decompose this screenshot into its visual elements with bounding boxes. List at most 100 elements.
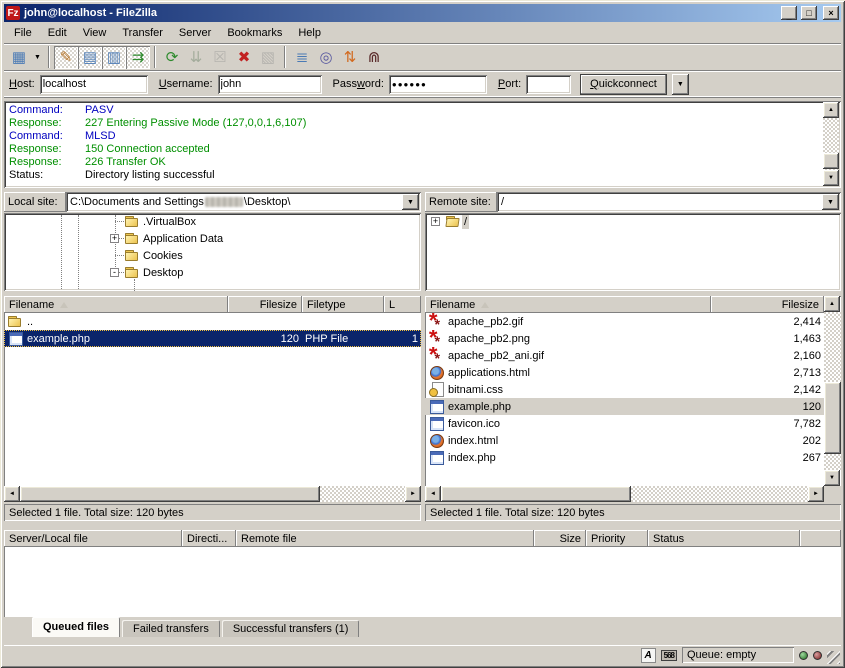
- scroll-thumb[interactable]: [824, 382, 841, 454]
- password-input[interactable]: [389, 75, 487, 94]
- directory-comparison-icon[interactable]: ◎: [314, 46, 338, 69]
- menu-item[interactable]: Transfer: [114, 25, 171, 41]
- menu-item[interactable]: File: [6, 25, 40, 41]
- quickconnect-button[interactable]: Quickconnect: [580, 74, 667, 95]
- tree-item[interactable]: - Desktop: [4, 264, 421, 281]
- column-header[interactable]: Filesize: [711, 296, 824, 313]
- scroll-up-icon[interactable]: ▲: [823, 102, 839, 118]
- file-row[interactable]: example.php 120 PHP File 1: [4, 330, 421, 347]
- menu-item[interactable]: Help: [290, 25, 329, 41]
- filter-icon[interactable]: ≣: [290, 46, 314, 69]
- folder-icon: [124, 265, 141, 280]
- file-row[interactable]: index.php 267: [425, 449, 824, 466]
- column-header[interactable]: Status: [648, 530, 800, 547]
- toggle-remote-tree-icon[interactable]: ▥: [102, 46, 126, 69]
- toggle-log-icon[interactable]: ✎: [54, 46, 78, 69]
- synchronized-browsing-icon[interactable]: ⇅: [338, 46, 362, 69]
- refresh-icon[interactable]: ⟳: [160, 46, 184, 69]
- minimize-button[interactable]: _: [781, 6, 797, 20]
- tree-item[interactable]: + /: [425, 213, 841, 230]
- column-header[interactable]: Filename: [425, 296, 711, 313]
- log-line: Response: 150 Connection accepted: [9, 143, 819, 156]
- host-input[interactable]: [40, 75, 148, 94]
- maximize-button[interactable]: □: [801, 6, 817, 20]
- column-header[interactable]: Directi...: [182, 530, 236, 547]
- speed-limit-icon[interactable]: 568: [661, 650, 677, 661]
- file-row[interactable]: apache_pb2.gif 2,414: [425, 313, 824, 330]
- port-label: Port:: [498, 78, 521, 90]
- quickconnect-dropdown-icon[interactable]: ▼: [672, 74, 689, 95]
- queue-tab[interactable]: Successful transfers (1): [222, 620, 360, 637]
- local-horizontal-scrollbar[interactable]: ◄ ►: [4, 486, 421, 502]
- title-bar[interactable]: Fz john@localhost - FileZilla _ □ ×: [4, 4, 841, 22]
- column-header[interactable]: Server/Local file: [4, 530, 182, 547]
- tree-item[interactable]: + Application Data: [4, 230, 421, 247]
- scroll-thumb[interactable]: [441, 486, 631, 502]
- tree-expander-icon[interactable]: +: [110, 234, 119, 243]
- file-row[interactable]: example.php 120: [425, 398, 824, 415]
- scroll-right-icon[interactable]: ►: [405, 486, 421, 502]
- file-row[interactable]: apache_pb2_ani.gif 2,160: [425, 347, 824, 364]
- tree-expander-icon[interactable]: -: [110, 268, 119, 277]
- tree-expander-icon[interactable]: +: [431, 217, 440, 226]
- column-header[interactable]: Filesize: [228, 296, 302, 313]
- remote-site-combobox[interactable]: / ▼: [497, 192, 841, 212]
- resize-grip[interactable]: [827, 651, 840, 664]
- menu-item[interactable]: Server: [171, 25, 219, 41]
- menu-item[interactable]: Bookmarks: [219, 25, 290, 41]
- log-scrollbar[interactable]: ▲ ▼: [823, 102, 839, 186]
- local-site-dropdown-icon[interactable]: ▼: [402, 194, 419, 210]
- window-title: john@localhost - FileZilla: [24, 7, 777, 19]
- file-row[interactable]: apache_pb2.png 1,463: [425, 330, 824, 347]
- remote-vertical-scrollbar[interactable]: ▲ ▼: [824, 296, 841, 486]
- remote-horizontal-scrollbar[interactable]: ◄ ►: [425, 486, 824, 502]
- scroll-left-icon[interactable]: ◄: [425, 486, 441, 502]
- process-queue-icon[interactable]: ⇊: [184, 46, 208, 69]
- site-manager-dropdown-icon[interactable]: ▼: [31, 46, 44, 69]
- menu-item[interactable]: Edit: [40, 25, 75, 41]
- column-header[interactable]: Size: [534, 530, 586, 547]
- tree-item[interactable]: Cookies: [4, 247, 421, 264]
- scroll-down-icon[interactable]: ▼: [824, 470, 840, 486]
- column-header[interactable]: L: [384, 296, 421, 313]
- css-file-icon: [428, 382, 445, 397]
- transfer-type-icon[interactable]: A: [641, 648, 656, 663]
- redacted-username: [205, 197, 243, 207]
- queue-tab[interactable]: Queued files: [32, 617, 120, 637]
- php-file-icon: [428, 399, 445, 414]
- php-file-icon: [428, 416, 445, 431]
- scroll-up-icon[interactable]: ▲: [824, 296, 840, 312]
- local-site-combobox[interactable]: C:\Documents and Settings\Desktop\ ▼: [66, 192, 421, 212]
- file-row[interactable]: favicon.ico 7,782: [425, 415, 824, 432]
- column-header[interactable]: Priority: [586, 530, 648, 547]
- reconnect-icon[interactable]: ▧: [256, 46, 280, 69]
- username-input[interactable]: [218, 75, 322, 94]
- toggle-queue-icon[interactable]: ⇉: [126, 46, 150, 69]
- file-row[interactable]: ..: [4, 313, 421, 330]
- find-files-icon[interactable]: ⋒: [362, 46, 386, 69]
- tree-item[interactable]: .VirtualBox: [4, 213, 421, 230]
- toggle-local-tree-icon[interactable]: ▤: [78, 46, 102, 69]
- file-row[interactable]: index.html 202: [425, 432, 824, 449]
- scroll-right-icon[interactable]: ►: [808, 486, 824, 502]
- menu-item[interactable]: View: [75, 25, 115, 41]
- queue-tab[interactable]: Failed transfers: [122, 620, 220, 637]
- column-header[interactable]: Filename: [4, 296, 228, 313]
- folder-icon: [124, 231, 141, 246]
- close-button[interactable]: ×: [823, 6, 839, 20]
- column-header[interactable]: Remote file: [236, 530, 534, 547]
- disconnect-icon[interactable]: ✖: [232, 46, 256, 69]
- cancel-operation-icon[interactable]: ☒: [208, 46, 232, 69]
- remote-site-dropdown-icon[interactable]: ▼: [822, 194, 839, 210]
- scroll-thumb[interactable]: [20, 486, 320, 502]
- local-directory-tree: .VirtualBox + Application Data Cookies -…: [4, 213, 421, 291]
- file-row[interactable]: bitnami.css 2,142: [425, 381, 824, 398]
- scroll-thumb[interactable]: [823, 153, 839, 169]
- site-manager-icon[interactable]: ▦: [7, 46, 31, 69]
- column-header[interactable]: Filetype: [302, 296, 384, 313]
- scroll-left-icon[interactable]: ◄: [4, 486, 20, 502]
- scroll-down-icon[interactable]: ▼: [823, 170, 839, 186]
- remote-site-row: Remote site: / ▼: [425, 192, 841, 212]
- port-input[interactable]: [526, 75, 571, 94]
- file-row[interactable]: applications.html 2,713: [425, 364, 824, 381]
